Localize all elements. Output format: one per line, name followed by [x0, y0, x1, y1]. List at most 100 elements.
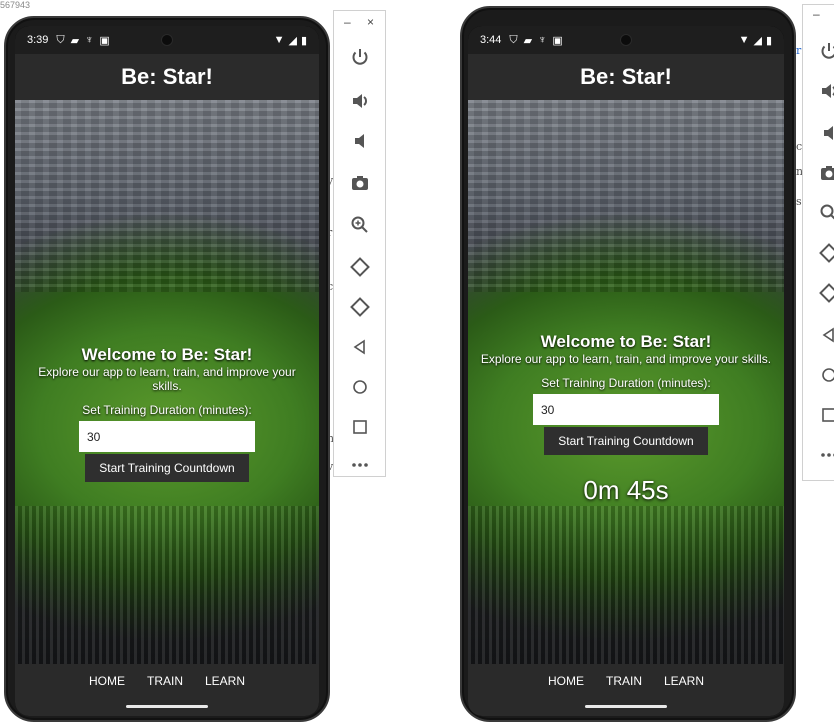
volume-down-button[interactable] [809, 115, 834, 151]
overview-icon [353, 420, 367, 434]
phone-screen: 3:44 ⛉ ▰ ♆ ▣ ▼ ◢ ▮ Be: Star! Welcome to … [468, 26, 784, 716]
zoom-button[interactable] [340, 207, 380, 243]
start-training-button[interactable]: Start Training Countdown [85, 454, 249, 482]
nav-train[interactable]: TRAIN [147, 674, 183, 688]
background-fragment: 567943 [0, 0, 31, 10]
home-icon [353, 380, 367, 394]
shield-icon: ⛉ [509, 33, 518, 46]
rotate-left-button[interactable] [809, 235, 834, 271]
camera-icon [352, 176, 368, 190]
phone-screen: 3:39 ⛉ ▰ ♆ ▣ ▼ ◢ ▮ Be: Star! Welcome to … [15, 26, 319, 716]
nav-learn[interactable]: LEARN [205, 674, 245, 688]
status-time: 3:44 [480, 34, 502, 46]
back-button[interactable] [809, 317, 834, 353]
signal-icon: ◢ [288, 34, 297, 47]
volume-up-icon [353, 94, 367, 108]
home-icon [822, 368, 834, 382]
countdown-timer: 0m 45s [583, 475, 669, 505]
app-title: Be: Star! [468, 54, 784, 100]
more-icon [352, 463, 368, 467]
nav-train[interactable]: TRAIN [606, 674, 642, 688]
status-time: 3:39 [27, 34, 49, 46]
nav-learn[interactable]: LEARN [664, 674, 704, 688]
rotate-left-icon [350, 257, 370, 277]
stadium-stands [468, 100, 784, 292]
stadium-stands [15, 100, 319, 292]
duration-input[interactable] [79, 421, 255, 452]
minimize-button[interactable]: – [344, 15, 351, 29]
emulator-controls-panel: – [802, 4, 834, 481]
gesture-bar[interactable] [585, 705, 667, 708]
power-icon [352, 49, 368, 65]
welcome-title: Welcome to Be: Star! [81, 345, 253, 364]
usb-icon: ♆ [538, 34, 547, 46]
power-button[interactable] [340, 39, 380, 75]
rotate-right-button[interactable] [809, 275, 834, 311]
back-button[interactable] [340, 329, 380, 365]
zoom-icon [820, 204, 834, 220]
phone-frame: 3:44 ⛉ ▰ ♆ ▣ ▼ ◢ ▮ Be: Star! Welcome to … [460, 6, 796, 722]
camera-icon [821, 166, 834, 180]
gesture-bar[interactable] [126, 705, 208, 708]
battery-icon: ▮ [300, 34, 307, 47]
volume-up-button[interactable] [340, 83, 380, 119]
welcome-text: Explore our app to learn, train, and imp… [480, 352, 772, 366]
usb-icon: ♆ [85, 34, 94, 46]
notification-icon: ▣ [552, 34, 563, 47]
volume-down-icon [355, 134, 364, 148]
more-button[interactable] [809, 437, 834, 473]
welcome-text: Explore our app to learn, train, and imp… [38, 365, 296, 393]
overview-button[interactable] [809, 397, 834, 433]
bottom-nav: HOME TRAIN LEARN [15, 664, 319, 716]
volume-up-icon [822, 84, 834, 98]
more-button[interactable] [340, 447, 380, 483]
notification-icon: ▣ [99, 34, 110, 47]
close-button[interactable]: × [367, 15, 374, 29]
power-button[interactable] [809, 33, 834, 69]
signal-icon: ◢ [753, 34, 762, 47]
volume-down-button[interactable] [340, 123, 380, 159]
stadium-crowd [15, 506, 319, 664]
nav-home[interactable]: HOME [89, 674, 125, 688]
app-title: Be: Star! [15, 54, 319, 100]
start-training-button[interactable]: Start Training Countdown [544, 427, 708, 455]
shield-icon: ⛉ [56, 33, 65, 46]
duration-label: Set Training Duration (minutes): [541, 376, 711, 390]
nav-home[interactable]: HOME [548, 674, 584, 688]
stadium-crowd [468, 506, 784, 664]
zoom-icon [351, 216, 368, 233]
bottom-nav: HOME TRAIN LEARN [468, 664, 784, 716]
overview-button[interactable] [340, 409, 380, 445]
power-icon [821, 43, 834, 59]
phone-frame: 3:39 ⛉ ▰ ♆ ▣ ▼ ◢ ▮ Be: Star! Welcome to … [4, 16, 330, 722]
front-camera [620, 34, 632, 46]
home-button[interactable] [809, 357, 834, 393]
welcome-section: Welcome to Be: Star! Explore our app to … [15, 345, 319, 482]
sd-card-icon: ▰ [70, 34, 80, 47]
background-letter: s [796, 195, 802, 208]
background-letter: r [796, 44, 802, 57]
sd-card-icon: ▰ [523, 34, 533, 47]
rotate-left-icon [819, 243, 834, 263]
volume-down-icon [824, 126, 833, 140]
zoom-button[interactable] [809, 195, 834, 231]
battery-icon: ▮ [765, 34, 772, 47]
back-icon [822, 327, 834, 343]
home-button[interactable] [340, 369, 380, 405]
rotate-left-button[interactable] [340, 249, 380, 285]
screenshot-button[interactable] [340, 165, 380, 201]
wifi-icon: ▼ [738, 34, 750, 46]
welcome-title: Welcome to Be: Star! [540, 332, 712, 351]
more-icon [821, 453, 834, 457]
wifi-icon: ▼ [273, 34, 285, 46]
welcome-section: Welcome to Be: Star! Explore our app to … [468, 332, 784, 506]
volume-up-button[interactable] [809, 73, 834, 109]
overview-icon [822, 408, 834, 422]
rotate-right-icon [350, 297, 370, 317]
emulator-controls-panel: – × [333, 10, 386, 477]
minimize-button[interactable]: – [813, 7, 820, 21]
screenshot-button[interactable] [809, 155, 834, 191]
rotate-right-button[interactable] [340, 289, 380, 325]
duration-input[interactable] [533, 394, 719, 425]
duration-label: Set Training Duration (minutes): [82, 403, 252, 417]
